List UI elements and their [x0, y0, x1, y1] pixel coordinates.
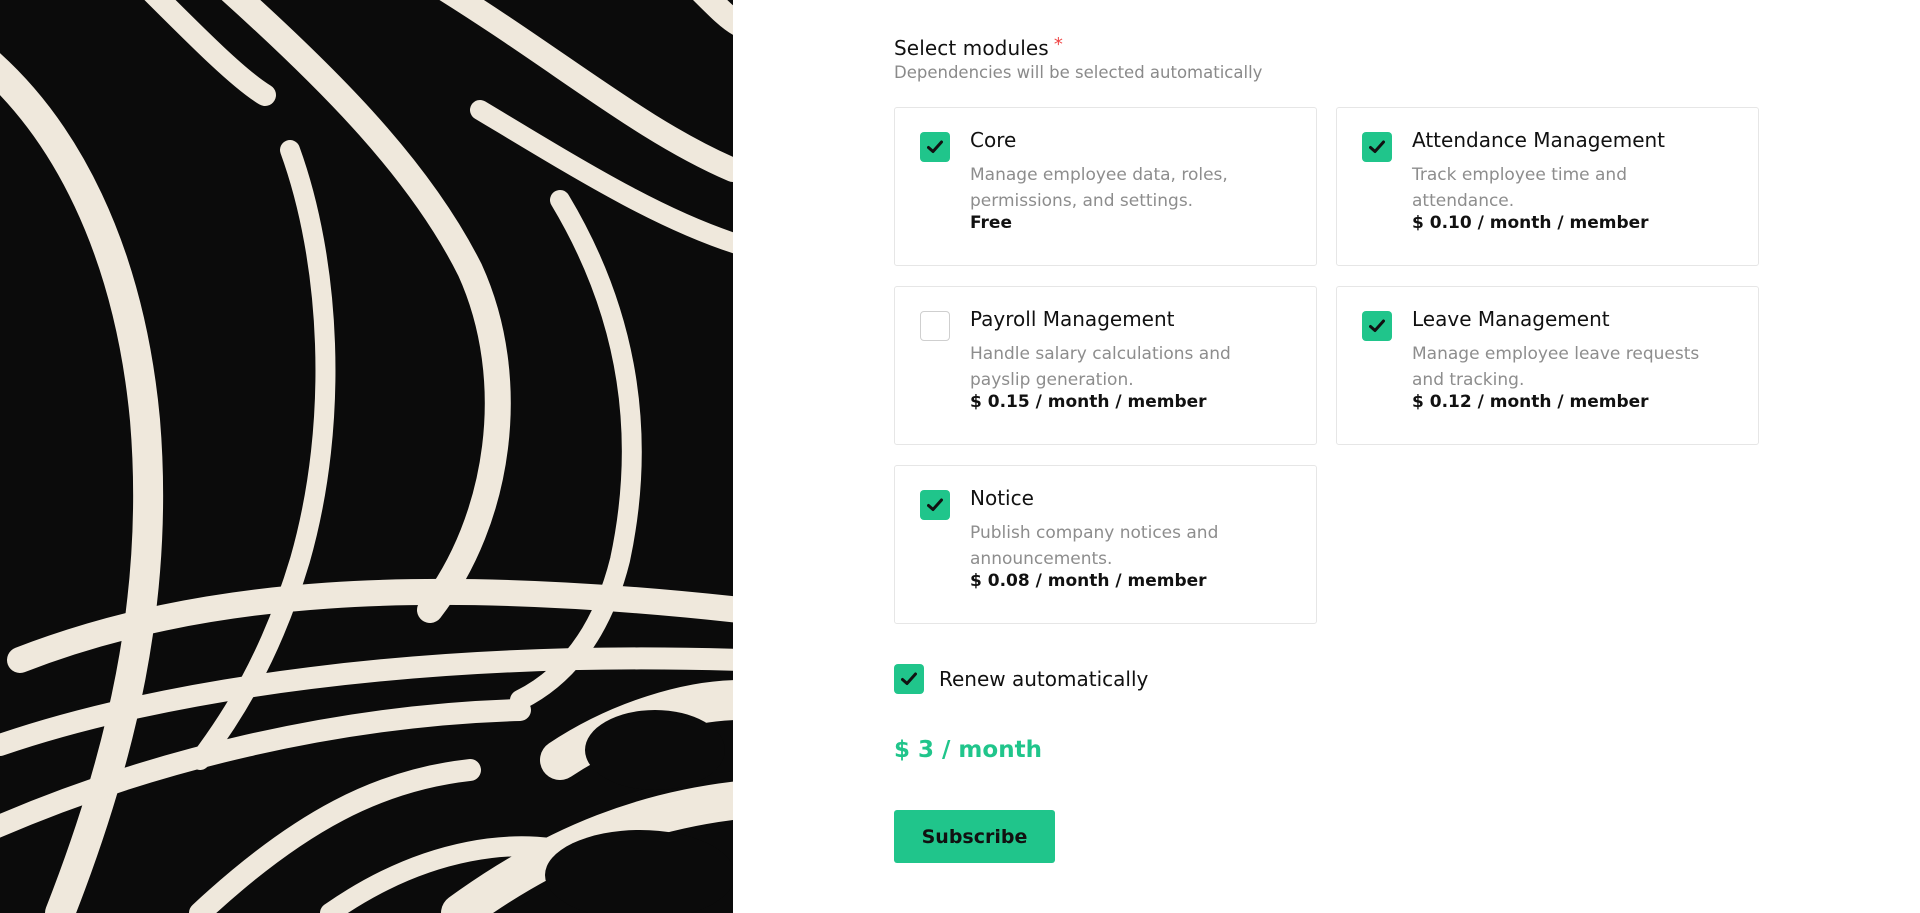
module-description: Publish company notices and announcement… [970, 523, 1219, 569]
required-marker: * [1053, 34, 1063, 55]
decorative-artwork-panel [0, 0, 733, 913]
module-name: Leave Management [1412, 307, 1610, 331]
subscription-form: Select modules * Dependencies will be sel… [733, 0, 1920, 913]
module-name: Attendance Management [1412, 128, 1666, 152]
section-title: Select modules * [894, 34, 1063, 60]
module-name: Core [970, 128, 1017, 152]
module-checkbox-attendance[interactable] [1362, 132, 1392, 162]
checkmark-icon [1369, 140, 1385, 153]
total-price: $ 3 / month [894, 737, 1042, 763]
module-price: $ 0.10 / month / member [1412, 213, 1649, 233]
checkmark-icon [1369, 319, 1385, 332]
module-card-payroll[interactable]: Payroll Management Handle salary calcula… [894, 286, 1317, 445]
module-price: $ 0.15 / month / member [970, 392, 1207, 412]
checkmark-icon [927, 498, 943, 511]
section-hint: Dependencies will be selected automatica… [894, 63, 1263, 82]
module-price: $ 0.08 / month / member [970, 571, 1207, 591]
subscribe-button[interactable]: Subscribe [894, 810, 1055, 863]
module-card-attendance[interactable]: Attendance Management Track employee tim… [1336, 107, 1759, 266]
section-title-text: Select modules [894, 36, 1049, 60]
checkmark-icon [927, 140, 943, 153]
module-name: Payroll Management [970, 307, 1175, 331]
module-name: Notice [970, 486, 1034, 510]
module-checkbox-payroll[interactable] [920, 311, 950, 341]
module-price: Free [970, 213, 1012, 233]
renew-checkbox[interactable] [894, 664, 924, 694]
renew-label: Renew automatically [939, 667, 1149, 691]
module-description: Manage employee leave requests and track… [1412, 344, 1700, 390]
module-checkbox-core[interactable] [920, 132, 950, 162]
module-description: Manage employee data, roles, permissions… [970, 165, 1228, 211]
module-description: Track employee time and attendance. [1412, 165, 1627, 211]
module-card-notice[interactable]: Notice Publish company notices and annou… [894, 465, 1317, 624]
module-card-leave[interactable]: Leave Management Manage employee leave r… [1336, 286, 1759, 445]
abstract-swirl-artwork [0, 0, 733, 913]
module-checkbox-notice[interactable] [920, 490, 950, 520]
checkmark-icon [901, 672, 917, 685]
module-price: $ 0.12 / month / member [1412, 392, 1649, 412]
module-description: Handle salary calculations and payslip g… [970, 344, 1231, 390]
module-checkbox-leave[interactable] [1362, 311, 1392, 341]
module-card-core[interactable]: Core Manage employee data, roles, permis… [894, 107, 1317, 266]
renew-automatically-option[interactable]: Renew automatically [894, 664, 1148, 694]
